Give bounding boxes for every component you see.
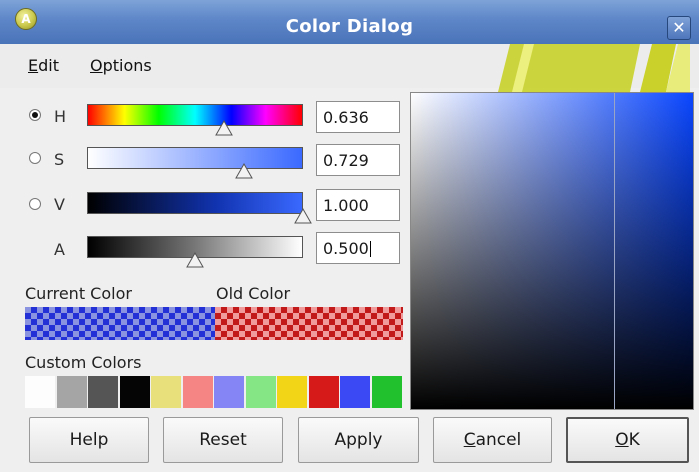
hue-slider[interactable] [87, 104, 303, 126]
hue-value-field[interactable]: 0.636 [316, 101, 400, 133]
old-color-label: Old Color [216, 284, 291, 303]
current-color-swatch [25, 307, 215, 340]
custom-color-swatch[interactable] [182, 376, 213, 408]
ok-button[interactable]: OK [566, 417, 689, 463]
saturation-label: S [54, 150, 65, 169]
custom-color-swatch[interactable] [214, 376, 244, 408]
old-color-swatch[interactable] [215, 307, 403, 340]
current-color-label: Current Color [25, 284, 132, 303]
custom-color-swatch[interactable] [308, 376, 339, 408]
custom-color-swatch[interactable] [119, 376, 150, 408]
custom-color-swatch[interactable] [56, 376, 87, 408]
reset-button[interactable]: Reset [163, 417, 283, 463]
cancel-button[interactable]: Cancel [433, 417, 552, 463]
picker-crosshair-line [614, 93, 615, 409]
close-icon: ✕ [672, 18, 686, 37]
value-label: V [54, 195, 65, 214]
hue-slider-thumb[interactable] [215, 120, 234, 136]
value-slider-thumb[interactable] [294, 208, 312, 224]
value-radio[interactable] [29, 198, 41, 210]
custom-color-swatch[interactable] [340, 376, 370, 408]
menu-options[interactable]: Options [90, 56, 152, 75]
value-value-field[interactable]: 1.000 [316, 189, 400, 221]
saturation-slider[interactable] [87, 147, 303, 169]
alpha-value-text: 0.500 [323, 239, 369, 258]
help-button[interactable]: Help [29, 417, 149, 463]
saturation-value-field[interactable]: 0.729 [316, 144, 400, 176]
saturation-value-picker[interactable] [410, 92, 694, 410]
value-slider[interactable] [87, 192, 303, 214]
saturation-slider-thumb[interactable] [235, 163, 254, 179]
alpha-slider-thumb[interactable] [186, 252, 204, 268]
custom-color-swatch[interactable] [25, 376, 55, 408]
title-bar: A Color Dialog ✕ [0, 0, 699, 44]
close-button[interactable]: ✕ [667, 16, 691, 40]
custom-color-swatch[interactable] [88, 376, 118, 408]
text-cursor [369, 241, 371, 257]
decorative-swoosh [490, 44, 690, 92]
apply-button[interactable]: Apply [298, 417, 419, 463]
custom-color-swatch[interactable] [245, 376, 276, 408]
custom-color-swatch[interactable] [371, 376, 402, 408]
hue-radio[interactable] [29, 109, 41, 121]
custom-color-swatch[interactable] [277, 376, 307, 408]
alpha-label: A [54, 240, 65, 259]
custom-color-swatch[interactable] [151, 376, 181, 408]
hue-label: H [54, 107, 67, 126]
window-title: Color Dialog [285, 16, 414, 37]
custom-colors-label: Custom Colors [25, 353, 142, 372]
saturation-radio[interactable] [29, 152, 41, 164]
menu-edit[interactable]: Edit [28, 56, 59, 75]
alpha-value-field[interactable]: 0.500 [316, 232, 400, 264]
